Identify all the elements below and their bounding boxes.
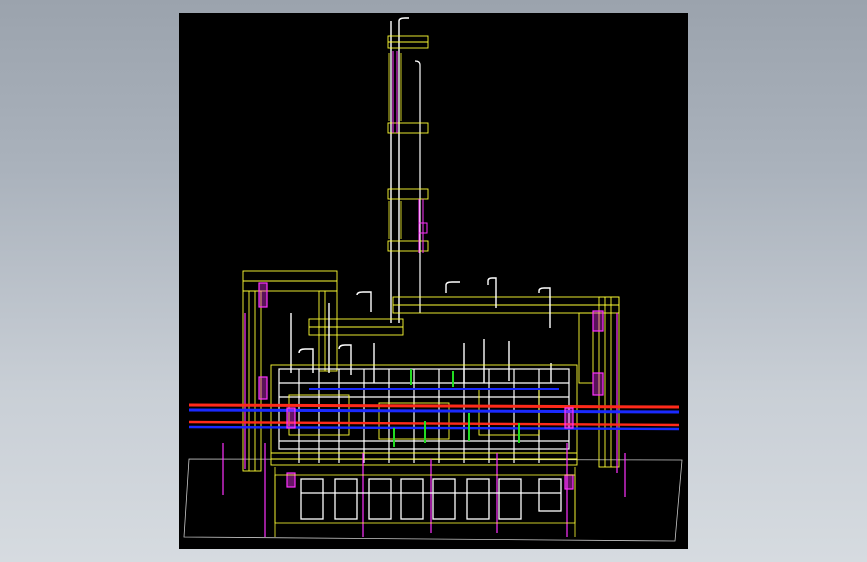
stack-column xyxy=(387,17,429,323)
plant-model-drawing xyxy=(183,17,683,542)
piping-risers xyxy=(290,277,552,383)
cad-viewport[interactable] xyxy=(179,13,688,549)
process-equipment xyxy=(278,368,570,463)
